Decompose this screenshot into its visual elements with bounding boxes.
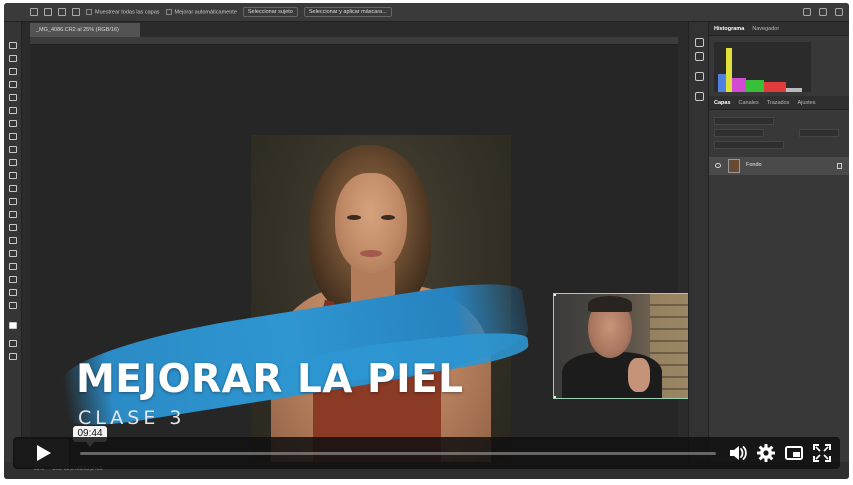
checkbox-icon [165, 8, 172, 15]
workspace-icon[interactable] [819, 8, 827, 16]
brush-tool-icon[interactable] [9, 146, 17, 153]
left-eye [347, 215, 361, 220]
layer-row[interactable]: Fondo [709, 157, 849, 175]
tab-navigator[interactable]: Navegador [752, 26, 779, 32]
ruler [30, 37, 678, 45]
histogram-green [746, 80, 764, 92]
options-bar: Muestrear todas las capas Mejorar automá… [4, 3, 849, 22]
quick-select-icon[interactable] [30, 8, 38, 16]
lasso-tool-icon[interactable] [9, 68, 17, 75]
presenter-hair [588, 296, 632, 312]
visibility-eye-icon[interactable] [715, 163, 721, 168]
brush-add-icon[interactable] [44, 8, 52, 16]
histogram-magenta [732, 78, 746, 92]
frame-tool-icon[interactable] [9, 107, 17, 114]
panel-icon-strip [688, 22, 708, 462]
histogram-graph [714, 42, 811, 92]
fullscreen-icon[interactable] [812, 443, 832, 463]
right-panels: Histograma Navegador Capas Canales Traza… [708, 22, 849, 462]
clone-stamp-tool-icon[interactable] [9, 159, 17, 166]
transform-handle[interactable] [554, 396, 556, 398]
screen-mode-icon[interactable] [9, 353, 17, 360]
tab-adjustments[interactable]: Ajustes [797, 100, 815, 106]
lips [360, 250, 382, 257]
layer-thumbnail [728, 159, 740, 173]
properties-panel-icon[interactable] [695, 92, 704, 101]
histogram-gray [786, 88, 802, 92]
sample-all-layers-label: Muestrear todas las capas [95, 9, 160, 16]
dodge-tool-icon[interactable] [9, 224, 17, 231]
histogram-blue [718, 74, 726, 92]
tab-paths[interactable]: Trazados [767, 100, 790, 106]
enhance-auto-option[interactable]: Mejorar automáticamente [165, 8, 237, 16]
brush-subtract-icon[interactable] [58, 8, 66, 16]
opacity-field[interactable] [799, 129, 839, 137]
webcam-overlay [553, 293, 696, 399]
tab-layers[interactable]: Capas [714, 100, 731, 106]
settings-gear-icon[interactable] [756, 443, 776, 463]
play-button[interactable] [15, 439, 69, 467]
path-selection-tool-icon[interactable] [9, 263, 17, 270]
select-subject-button[interactable]: Seleccionar sujeto [242, 7, 298, 17]
document-tab[interactable]: _MG_4086.CR2 al 25% (RGB/16) [30, 23, 140, 37]
blur-tool-icon[interactable] [9, 211, 17, 218]
rectangle-tool-icon[interactable] [9, 276, 17, 283]
lock-icon [837, 163, 842, 169]
eyedropper-tool-icon[interactable] [9, 120, 17, 127]
video-frame: Muestrear todas las capas Mejorar automá… [4, 3, 849, 479]
zoom-tool-icon[interactable] [9, 302, 17, 309]
share-icon[interactable] [835, 8, 843, 16]
layer-name: Fondo [746, 162, 762, 168]
tab-channels[interactable]: Canales [739, 100, 759, 106]
histogram-red [764, 82, 786, 92]
layers-panel: Capas Canales Trazados Ajustes [709, 96, 849, 110]
checkbox-icon [86, 8, 92, 15]
transform-handle[interactable] [554, 294, 556, 296]
crop-tool-icon[interactable] [9, 94, 17, 101]
sample-all-layers-option[interactable]: Muestrear todas las capas [86, 8, 160, 16]
move-tool-icon[interactable] [9, 42, 17, 49]
enhance-auto-label: Mejorar automáticamente [174, 9, 237, 16]
gradient-tool-icon[interactable] [9, 198, 17, 205]
tab-histogram[interactable]: Histograma [714, 26, 744, 32]
lesson-title: MEJORAR LA PIEL [76, 357, 464, 402]
eraser-tool-icon[interactable] [9, 185, 17, 192]
hand-tool-icon[interactable] [9, 289, 17, 296]
brush-size-icon[interactable] [72, 8, 80, 16]
volume-icon[interactable] [728, 443, 748, 463]
brush-settings-icon[interactable] [695, 72, 704, 81]
healing-brush-tool-icon[interactable] [9, 133, 17, 140]
select-and-mask-button[interactable]: Seleccionar y aplicar máscara... [303, 7, 392, 17]
play-icon [37, 445, 51, 461]
face [335, 173, 407, 273]
lock-options[interactable] [714, 141, 784, 149]
type-tool-icon[interactable] [9, 250, 17, 257]
history-panel-icon[interactable] [695, 38, 704, 47]
quick-selection-tool-icon[interactable] [9, 81, 17, 88]
search-icon[interactable] [803, 8, 811, 16]
quick-mask-icon[interactable] [9, 340, 17, 347]
info-panel-icon[interactable] [695, 52, 704, 61]
tools-panel [4, 22, 22, 462]
marquee-tool-icon[interactable] [9, 55, 17, 62]
histogram-panel-tabs: Histograma Navegador [709, 22, 849, 36]
layer-filter-field[interactable] [714, 117, 774, 125]
blend-mode-select[interactable] [714, 129, 764, 137]
foreground-color-icon[interactable] [9, 322, 17, 329]
options-bar-right [803, 8, 843, 16]
right-eye [381, 215, 395, 220]
progress-bar[interactable] [80, 452, 716, 455]
history-brush-tool-icon[interactable] [9, 172, 17, 179]
pen-tool-icon[interactable] [9, 237, 17, 244]
layers-panel-tabs: Capas Canales Trazados Ajustes [709, 96, 849, 110]
player-controls [13, 437, 840, 469]
picture-in-picture-icon[interactable] [784, 443, 804, 463]
presenter-hand [628, 358, 650, 392]
